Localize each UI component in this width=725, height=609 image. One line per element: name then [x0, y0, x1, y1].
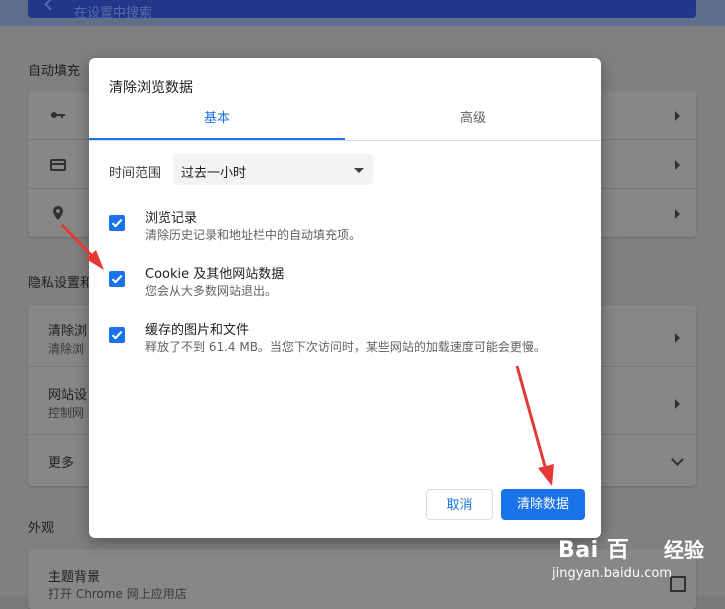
watermark-url: jingyan.baidu.com: [552, 566, 672, 581]
watermark-logo: Bai 百: [558, 538, 630, 563]
annotation-overlay: [60, 223, 554, 486]
baidu-watermark: Bai 百 经验 jingyan.baidu.com: [552, 532, 722, 594]
watermark-logo-suffix: 经验: [664, 538, 704, 562]
annotation-arrow-checkbox: [60, 223, 104, 270]
annotation-arrow-clear-button: [515, 365, 554, 486]
